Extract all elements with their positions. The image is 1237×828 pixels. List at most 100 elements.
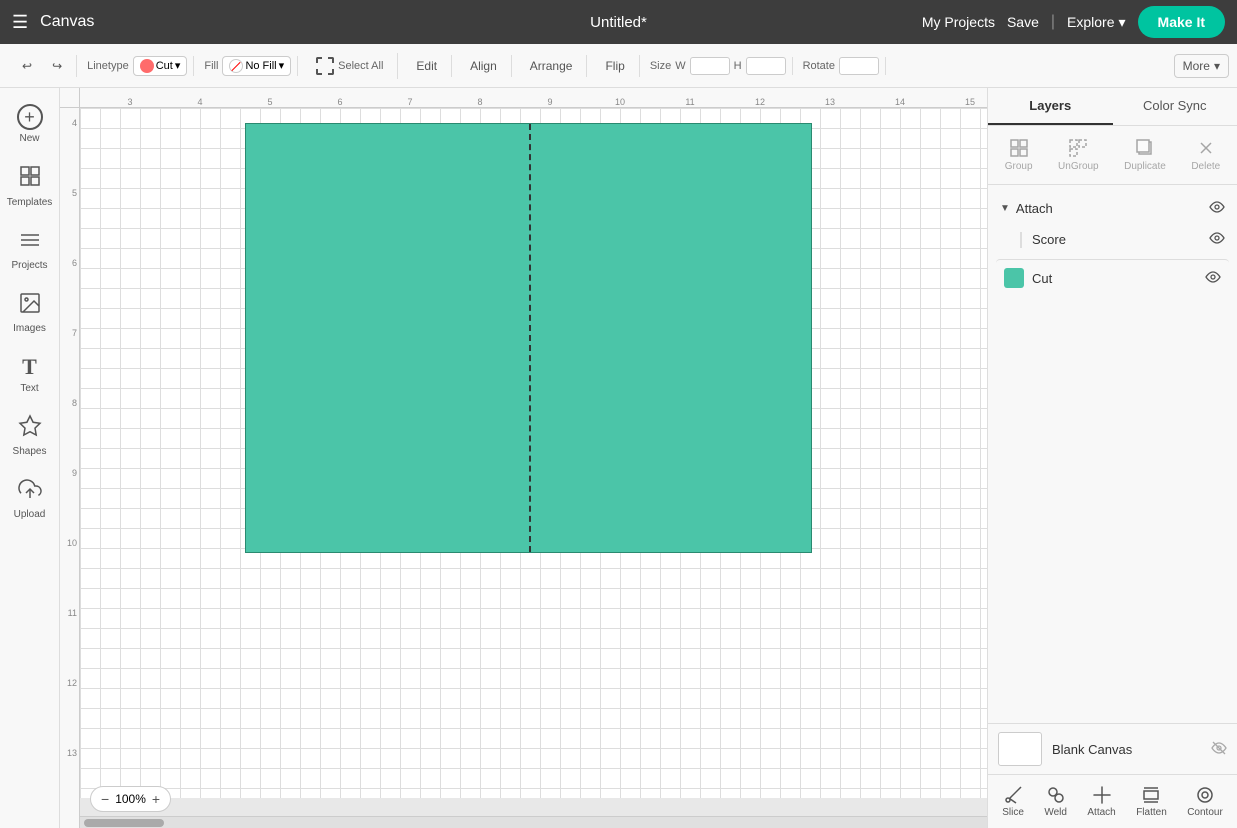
- slice-tool[interactable]: Slice: [994, 781, 1032, 822]
- size-label: Size: [650, 60, 671, 72]
- slice-icon: [1003, 785, 1023, 805]
- rotate-group: Rotate: [797, 57, 886, 75]
- navbar: ☰ Canvas Untitled* My Projects Save | Ex…: [0, 0, 1237, 44]
- attach-group-name: Attach: [1016, 201, 1203, 216]
- blank-canvas-name: Blank Canvas: [1052, 742, 1201, 757]
- undo-button[interactable]: ↩: [14, 55, 40, 77]
- width-label: W: [675, 60, 685, 72]
- select-all-button[interactable]: Select All: [308, 53, 391, 79]
- score-eye-icon[interactable]: [1209, 230, 1225, 249]
- sidebar-item-label-upload: Upload: [14, 509, 46, 520]
- canvas-dashed-line: [529, 124, 531, 552]
- align-group: Align: [456, 55, 512, 77]
- scrollbar-thumb-horizontal[interactable]: [84, 819, 164, 827]
- flatten-tool-label: Flatten: [1136, 807, 1167, 818]
- cut-eye-icon[interactable]: [1205, 269, 1221, 288]
- delete-tool-label: Delete: [1191, 161, 1220, 172]
- linetype-color: [140, 59, 154, 73]
- app-title: Canvas: [40, 13, 94, 31]
- ungroup-tool[interactable]: UnGroup: [1050, 134, 1107, 176]
- sidebar-item-text[interactable]: T Text: [4, 346, 56, 402]
- weld-tool-label: Weld: [1044, 807, 1067, 818]
- flatten-tool[interactable]: Flatten: [1128, 781, 1175, 822]
- rotate-label: Rotate: [803, 60, 835, 72]
- panel-content: ▼ Attach Score Cut: [988, 185, 1237, 723]
- attach-eye-icon[interactable]: [1209, 199, 1225, 218]
- linetype-group: Linetype Cut ▾: [81, 56, 194, 76]
- fill-color: [229, 59, 243, 73]
- edit-group: Edit: [402, 55, 452, 77]
- canvas-container[interactable]: 3 4 5 6 7 8 9 10 11 12 13 14 15 4 5 6 7 …: [60, 88, 987, 828]
- navbar-divider: |: [1051, 13, 1055, 31]
- fill-select[interactable]: No Fill ▾: [222, 56, 291, 76]
- delete-tool[interactable]: Delete: [1183, 134, 1228, 176]
- my-projects-button[interactable]: My Projects: [922, 14, 995, 30]
- fill-group: Fill No Fill ▾: [198, 56, 298, 76]
- blank-canvas-thumbnail: [998, 732, 1042, 766]
- edit-button[interactable]: Edit: [408, 55, 445, 77]
- save-button[interactable]: Save: [1007, 14, 1039, 30]
- canvas-shape[interactable]: [245, 123, 812, 553]
- sidebar-item-images[interactable]: Images: [4, 283, 56, 342]
- weld-tool[interactable]: Weld: [1036, 781, 1075, 822]
- score-item-name: Score: [1032, 232, 1201, 247]
- zoom-out-button[interactable]: −: [101, 791, 109, 807]
- height-input[interactable]: [746, 57, 786, 75]
- cut-layer-item[interactable]: Cut: [996, 259, 1229, 296]
- canvas-grid[interactable]: [80, 108, 987, 798]
- linetype-label: Linetype: [87, 60, 129, 72]
- contour-tool[interactable]: Contour: [1179, 781, 1231, 822]
- panel-tabs: Layers Color Sync: [988, 88, 1237, 126]
- contour-icon: [1195, 785, 1215, 805]
- navbar-right: My Projects Save | Explore ▾ Make It: [922, 6, 1225, 38]
- attach-icon: [1092, 785, 1112, 805]
- weld-icon: [1046, 785, 1066, 805]
- delete-icon: [1196, 138, 1216, 158]
- new-icon: +: [17, 104, 43, 130]
- sidebar-item-label-projects: Projects: [11, 260, 47, 271]
- images-icon: [18, 291, 42, 320]
- sidebar-item-upload[interactable]: Upload: [4, 469, 56, 528]
- sidebar-item-projects[interactable]: Projects: [4, 220, 56, 279]
- left-sidebar: + New Templates Projects Images T T: [0, 88, 60, 828]
- flip-button[interactable]: Flip: [597, 55, 632, 77]
- width-input[interactable]: [690, 57, 730, 75]
- duplicate-icon: [1135, 138, 1155, 158]
- redo-button[interactable]: ↪: [44, 55, 70, 77]
- toolbar: ↩ ↪ Linetype Cut ▾ Fill No Fill ▾ Select…: [0, 44, 1237, 88]
- score-layer-item[interactable]: Score: [996, 224, 1229, 255]
- sidebar-item-new[interactable]: + New: [4, 96, 56, 152]
- fill-label: Fill: [204, 60, 218, 72]
- attach-tool[interactable]: Attach: [1079, 781, 1123, 822]
- arrange-button[interactable]: Arrange: [522, 55, 581, 77]
- attach-group-header[interactable]: ▼ Attach: [996, 193, 1229, 224]
- sidebar-item-label-images: Images: [13, 323, 46, 334]
- sidebar-item-templates[interactable]: Templates: [4, 156, 56, 216]
- zoom-level: 100%: [115, 792, 146, 806]
- rotate-input[interactable]: [839, 57, 879, 75]
- flatten-icon: [1141, 785, 1161, 805]
- upload-icon: [18, 477, 42, 506]
- cut-color-swatch: [1004, 268, 1024, 288]
- sidebar-item-label-new: New: [19, 133, 39, 144]
- attach-arrow-icon: ▼: [1000, 203, 1010, 214]
- shapes-icon: [18, 414, 42, 443]
- size-group: Size W H: [644, 57, 793, 75]
- doc-title: Untitled*: [590, 14, 647, 31]
- horizontal-scrollbar[interactable]: [80, 816, 987, 828]
- tab-layers[interactable]: Layers: [988, 88, 1113, 125]
- flip-group: Flip: [591, 55, 639, 77]
- zoom-controls: − 100% +: [90, 786, 171, 812]
- tab-color-sync[interactable]: Color Sync: [1113, 88, 1237, 125]
- duplicate-tool[interactable]: Duplicate: [1116, 134, 1174, 176]
- hamburger-icon[interactable]: ☰: [12, 12, 28, 33]
- make-it-button[interactable]: Make It: [1138, 6, 1225, 38]
- align-button[interactable]: Align: [462, 55, 505, 77]
- more-button[interactable]: More ▾: [1174, 54, 1229, 78]
- blank-canvas-eye-icon[interactable]: [1211, 740, 1227, 759]
- sidebar-item-shapes[interactable]: Shapes: [4, 406, 56, 465]
- linetype-select[interactable]: Cut ▾: [133, 56, 188, 76]
- explore-button[interactable]: Explore ▾: [1067, 14, 1126, 31]
- zoom-in-button[interactable]: +: [152, 791, 160, 807]
- group-tool[interactable]: Group: [997, 134, 1041, 176]
